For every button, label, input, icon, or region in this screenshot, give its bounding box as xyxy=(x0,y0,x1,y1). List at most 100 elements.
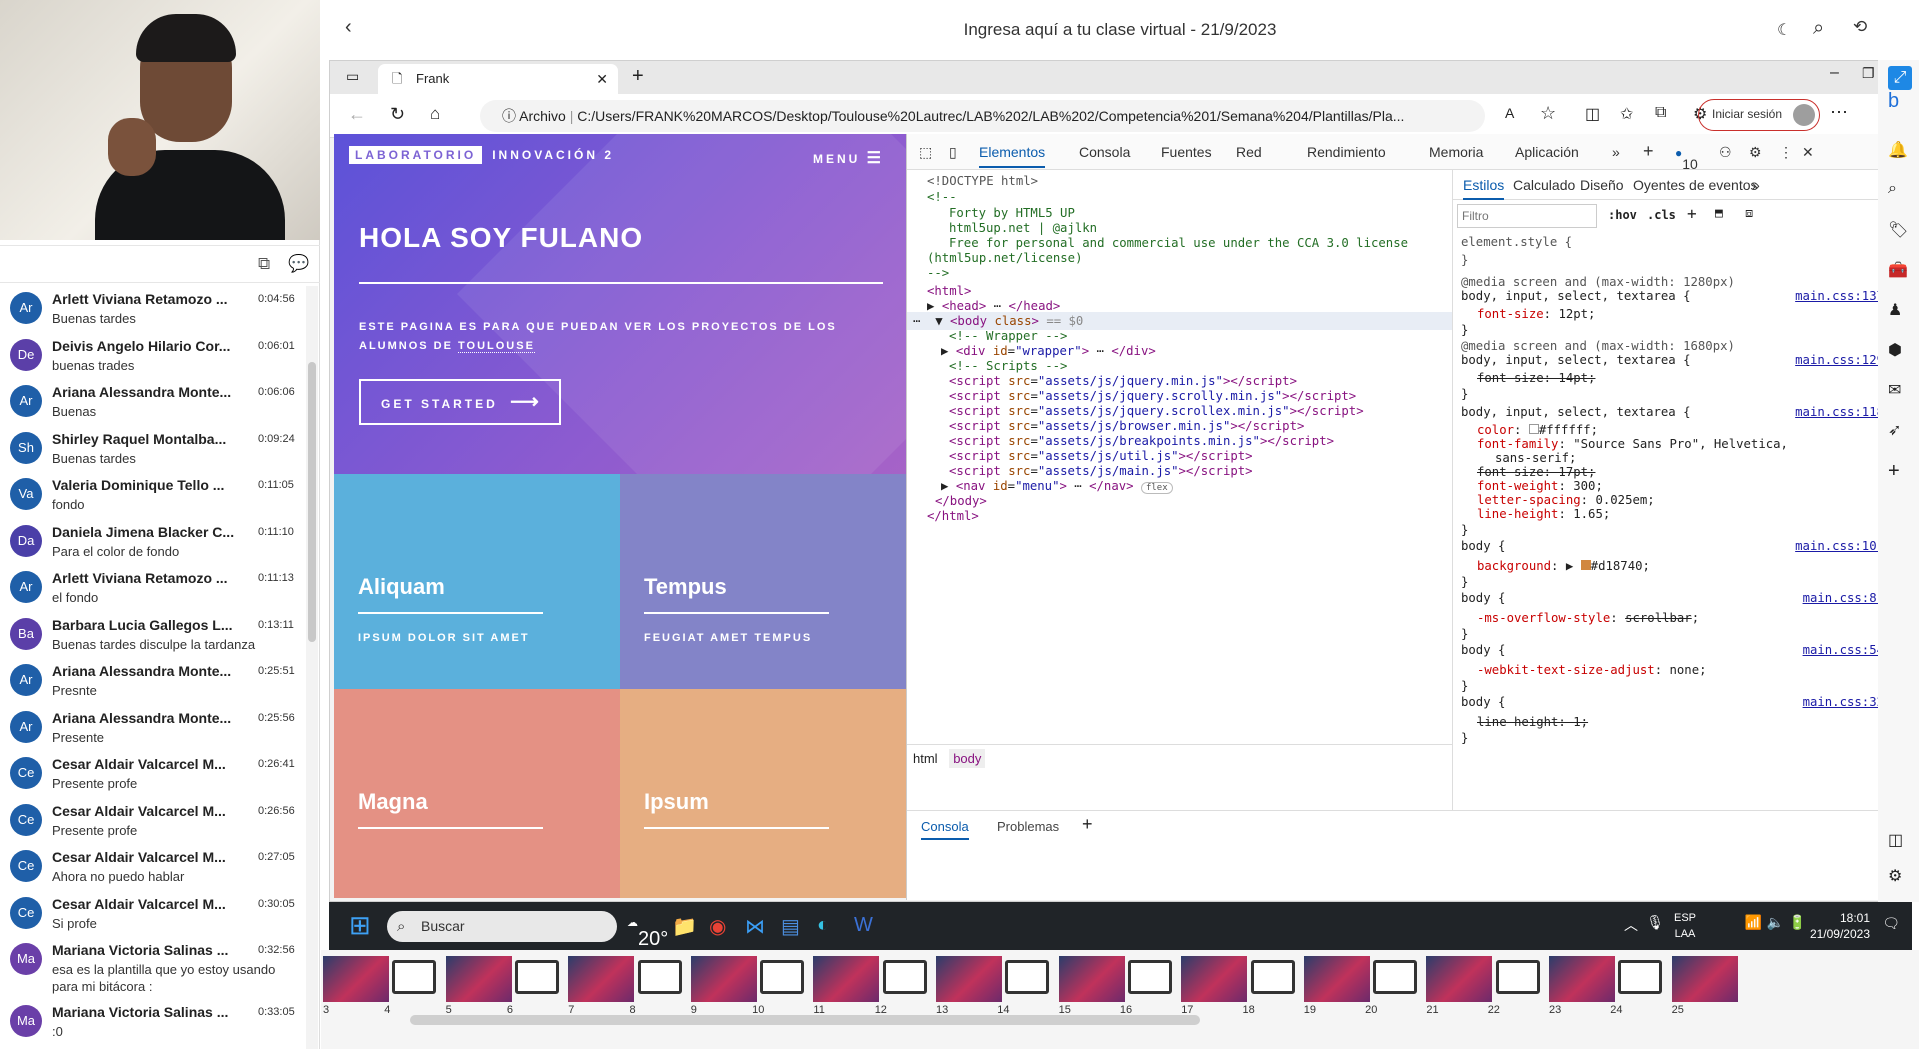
chat-scroll-thumb[interactable] xyxy=(308,362,316,642)
toulouse-link[interactable]: TOULOUSE xyxy=(458,340,535,353)
new-tab-icon[interactable]: + xyxy=(632,65,644,88)
chrome-icon[interactable]: ◉ xyxy=(709,914,726,939)
settings-gear-icon[interactable]: ⚙ xyxy=(1749,144,1762,161)
read-aloud-icon[interactable]: A xyxy=(1505,105,1514,121)
bell-icon[interactable]: 🔔 xyxy=(1888,140,1908,160)
avatar[interactable]: Va xyxy=(10,478,42,510)
new-rule-icon[interactable]: + xyxy=(1687,204,1697,223)
tools-icon[interactable]: 🧰 xyxy=(1888,260,1908,280)
site-logo[interactable]: LABORATORIO INNOVACIÓN 2 xyxy=(349,146,614,164)
style-rule[interactable]: body, input, select, textarea {main.css:… xyxy=(1461,288,1906,304)
style-prop[interactable]: background: ▶ #d18740; xyxy=(1477,558,1919,574)
tab-estilos[interactable]: Estilos xyxy=(1463,177,1505,200)
dom-line[interactable]: </html> xyxy=(927,507,1472,525)
avatar[interactable]: Ar xyxy=(10,664,42,696)
avatar[interactable]: De xyxy=(10,338,42,371)
drawer-tab-consola[interactable]: Consola xyxy=(921,819,969,840)
refresh-icon[interactable]: ⟲ xyxy=(1853,17,1867,37)
style-prop[interactable]: line-height: 1.65; xyxy=(1477,506,1919,522)
avatar[interactable]: Ce xyxy=(10,803,42,836)
wifi-icon[interactable]: 📶 xyxy=(1745,914,1762,931)
avatar[interactable]: Sh xyxy=(10,431,42,464)
close-tab-icon[interactable]: ✕ xyxy=(596,64,608,94)
tab-memoria[interactable]: Memoria xyxy=(1429,144,1483,160)
devtools-more-icon[interactable]: ⋮ xyxy=(1779,144,1793,161)
sidebar-settings-icon[interactable]: ⚙ xyxy=(1888,866,1902,886)
close-devtools-icon[interactable]: ✕ xyxy=(1802,144,1814,161)
avatar[interactable]: Ar xyxy=(10,710,42,743)
tab-consola[interactable]: Consola xyxy=(1079,144,1130,160)
word-icon[interactable]: W xyxy=(854,914,873,937)
slide-thumbnail[interactable] xyxy=(1303,956,1370,1002)
style-rule[interactable]: body {main.css:54 xyxy=(1461,642,1906,658)
computed-styles-icon[interactable]: ⬒ xyxy=(1715,206,1723,221)
copy-icon[interactable]: ⧉ xyxy=(258,254,270,274)
tile-tempus[interactable]: Tempus FEUGIAT AMET TEMPUS xyxy=(620,474,906,689)
slide-thumbnail[interactable] xyxy=(445,956,512,1002)
tab-diseno[interactable]: Diseño xyxy=(1580,177,1624,193)
more-styles-tabs-icon[interactable]: » xyxy=(1752,177,1760,193)
maximize-icon[interactable]: ❐ xyxy=(1862,65,1875,82)
tab-aplicacion[interactable]: Aplicación xyxy=(1515,144,1579,160)
slide-thumbnail[interactable] xyxy=(1058,956,1125,1002)
slide-thumbnail[interactable] xyxy=(1373,960,1418,994)
tile-ipsum[interactable]: Ipsum xyxy=(620,689,906,898)
search-icon[interactable]: ⌕ xyxy=(1813,17,1824,40)
style-rule[interactable]: body, input, select, textarea {main.css:… xyxy=(1461,352,1906,368)
avatar[interactable]: Ma xyxy=(10,943,42,975)
style-rule[interactable]: body {main.css:32 xyxy=(1461,694,1906,710)
breadcrumb-body[interactable]: body xyxy=(949,749,986,768)
collections-icon[interactable]: ⧉ xyxy=(1655,104,1666,122)
slide-thumbnail[interactable] xyxy=(1549,956,1615,1002)
drawer-add-icon[interactable]: + xyxy=(1082,814,1093,835)
style-prop[interactable]: font-size: 12pt; xyxy=(1477,306,1919,322)
games-icon[interactable]: ♟ xyxy=(1888,300,1902,320)
breadcrumb-html[interactable]: html xyxy=(913,751,938,766)
avatar[interactable]: Ar xyxy=(10,292,42,324)
url-field[interactable]: ⓘ Archivo | C:/Users/FRANK%20MARCOS/Desk… xyxy=(480,100,1485,132)
sidebar-toggle-icon[interactable]: ⧈ xyxy=(1745,206,1753,221)
search-sidebar-icon[interactable]: ⌕ xyxy=(1888,180,1897,198)
slide-thumbnail[interactable] xyxy=(813,956,880,1002)
language-indicator[interactable]: ESP LAA xyxy=(1674,910,1696,942)
cls-toggle[interactable]: .cls xyxy=(1647,208,1676,222)
drawer-tab-problemas[interactable]: Problemas xyxy=(997,819,1059,834)
chat-scrollbar[interactable] xyxy=(306,286,318,1049)
styles-filter-input[interactable] xyxy=(1457,204,1597,228)
slide-thumbnail[interactable] xyxy=(323,956,389,1002)
tile-magna[interactable]: Magna xyxy=(334,689,620,898)
add-sidebar-icon[interactable]: + xyxy=(1888,460,1900,483)
battery-icon[interactable]: 🔋 xyxy=(1789,914,1806,931)
notepad-icon[interactable]: ▤ xyxy=(781,914,800,939)
split-screen-icon[interactable]: ◫ xyxy=(1585,104,1600,124)
mic-icon[interactable]: 🎙 xyxy=(1646,914,1664,931)
fullscreen-icon[interactable]: ⤢ xyxy=(1888,66,1912,90)
slide-thumbnail[interactable] xyxy=(1181,956,1248,1002)
avatar[interactable]: Ma xyxy=(10,1005,42,1037)
slide-thumbnail[interactable] xyxy=(690,956,757,1002)
file-explorer-icon[interactable]: 📁 xyxy=(672,914,697,939)
reload-icon[interactable]: ↻ xyxy=(390,104,405,125)
avatar[interactable]: Ce xyxy=(10,896,42,929)
style-rule[interactable]: body {main.css:81 xyxy=(1461,590,1906,606)
get-started-button[interactable]: GET STARTED ⟶ xyxy=(359,379,561,425)
drop-icon[interactable]: ➶ xyxy=(1888,420,1901,440)
windows-start-icon[interactable]: ⊞ xyxy=(349,910,371,941)
favorites-icon[interactable]: ✩ xyxy=(1620,104,1633,124)
volume-icon[interactable]: 🔈 xyxy=(1767,914,1784,931)
style-prop[interactable]: -webkit-text-size-adjust: none; xyxy=(1477,662,1919,678)
office-icon[interactable]: ⬢ xyxy=(1888,340,1902,360)
style-prop[interactable]: line-height: 1; xyxy=(1477,714,1919,730)
tab-elementos[interactable]: Elementos xyxy=(979,144,1046,168)
slide-thumbnail[interactable] xyxy=(568,956,635,1002)
tab-red[interactable]: Red xyxy=(1236,144,1262,160)
browser-tab[interactable]: 🗋 Frank ✕ xyxy=(378,64,618,94)
tab-actions-icon[interactable]: ▭ xyxy=(346,68,359,85)
avatar[interactable]: Ar xyxy=(10,571,42,603)
tab-calculado[interactable]: Calculado xyxy=(1513,177,1575,193)
slide-thumbnail[interactable] xyxy=(637,960,682,994)
notifications-icon[interactable]: 🗨 xyxy=(1882,915,1900,932)
slide-thumbnail[interactable] xyxy=(1127,960,1172,994)
copilot-icon[interactable]: b xyxy=(1888,90,1899,113)
chat-bubbles-icon[interactable]: 💬 xyxy=(288,254,309,274)
